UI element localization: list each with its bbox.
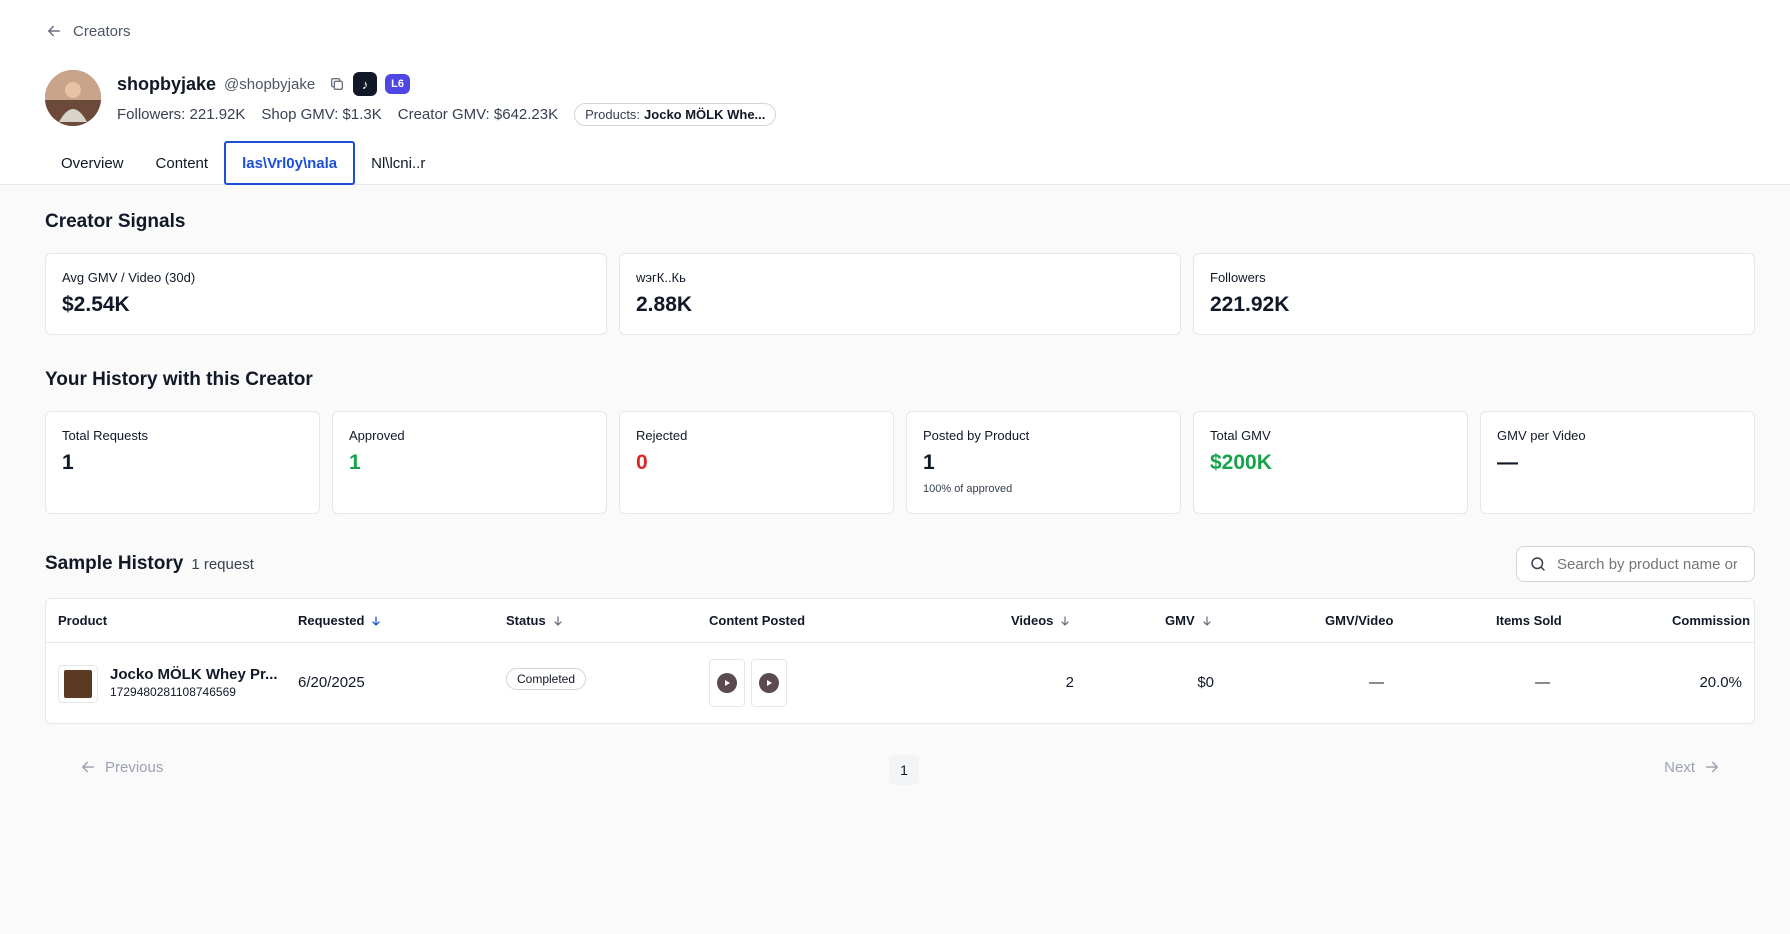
history-sub: 100% of approved bbox=[923, 483, 1013, 495]
tab-bar: Overview Content las\Vrl0y\nalа Nl\lcni.… bbox=[45, 141, 441, 185]
history-value: — bbox=[1497, 451, 1518, 474]
history-card-approved: Approved 1 bbox=[332, 411, 607, 514]
products-pill-value: Jocko MÖLK Whe... bbox=[644, 107, 766, 122]
history-label: GMV per Video bbox=[1497, 428, 1586, 443]
col-videos[interactable]: Videos bbox=[1011, 613, 1071, 628]
back-label: Creators bbox=[73, 22, 131, 40]
creator-handle: @shopbyjake bbox=[224, 75, 316, 93]
col-status[interactable]: Status bbox=[506, 613, 564, 628]
creator-signals-title: Creator Signals bbox=[45, 211, 186, 232]
history-label: Total GMV bbox=[1210, 428, 1271, 443]
signal-card-avg-gmv: Avg GMV / Video (30d) $2.54K bbox=[45, 253, 607, 335]
pagination: Previous 1 Next bbox=[45, 755, 1755, 785]
tab-fourth[interactable]: Nl\lcni..r bbox=[355, 141, 441, 185]
col-gmv-video: GMV/Video bbox=[1325, 613, 1394, 628]
play-icon bbox=[767, 680, 772, 686]
signal-label: wэгК..Кь bbox=[636, 270, 686, 285]
videos-count: 2 bbox=[1065, 674, 1074, 691]
history-title: Your History with this Creator bbox=[45, 369, 313, 390]
history-value: 0 bbox=[636, 451, 648, 474]
history-card-gmv-per-video: GMV per Video — bbox=[1480, 411, 1755, 514]
arrow-left-icon bbox=[82, 761, 94, 773]
creator-gmv-stat: Creator GMV: $642.23K bbox=[397, 106, 559, 123]
history-card-rejected: Rejected 0 bbox=[619, 411, 894, 514]
signal-value: 221.92K bbox=[1210, 293, 1290, 316]
sort-down-icon bbox=[1203, 615, 1211, 626]
signal-label: Followers bbox=[1210, 270, 1266, 285]
requested-date: 6/20/2025 bbox=[298, 674, 365, 691]
search-input[interactable] bbox=[1557, 555, 1737, 573]
arrow-right-icon bbox=[1706, 761, 1718, 773]
shop-gmv-stat: Shop GMV: $1.3K bbox=[261, 106, 382, 123]
table-row[interactable]: Jocko MÖLK Whey Pr... 172948028110874656… bbox=[46, 643, 1754, 723]
tab-content[interactable]: Content bbox=[140, 141, 225, 185]
products-pill-label: Products: bbox=[585, 107, 641, 122]
status-badge: Completed bbox=[506, 668, 587, 690]
gmv-value: $0 bbox=[1197, 674, 1214, 691]
previous-button[interactable]: Previous bbox=[79, 758, 163, 776]
signal-card-second: wэгК..Кь 2.88K bbox=[619, 253, 1181, 335]
col-commission: Commission bbox=[1672, 613, 1751, 628]
col-product: Product bbox=[58, 613, 108, 628]
product-id: 1729480281108746569 bbox=[110, 685, 236, 699]
col-content-posted: Content Posted bbox=[709, 613, 806, 628]
gmv-per-video-value: — bbox=[1369, 674, 1384, 691]
sample-history-title: Sample History 1 request bbox=[45, 553, 254, 575]
signal-value: 2.88K bbox=[636, 293, 693, 316]
table-header: Product Requested Status Content Posted … bbox=[46, 599, 1754, 643]
signal-card-followers: Followers 221.92K bbox=[1193, 253, 1755, 335]
col-requested[interactable]: Requested bbox=[298, 613, 382, 628]
sort-down-icon bbox=[372, 615, 381, 626]
search-icon bbox=[1531, 557, 1545, 571]
play-icon bbox=[725, 680, 730, 686]
history-value: 1 bbox=[62, 451, 74, 474]
followers-stat: Followers: 221.92K bbox=[117, 106, 246, 123]
page-number[interactable]: 1 bbox=[889, 755, 919, 785]
creator-name: shopbyjake bbox=[117, 73, 217, 94]
sample-search[interactable] bbox=[1516, 546, 1755, 582]
history-value: $200K bbox=[1210, 451, 1272, 474]
commission-value: 20.0% bbox=[1699, 674, 1742, 691]
level-badge: L6 bbox=[385, 74, 411, 94]
next-button[interactable]: Next bbox=[1664, 758, 1721, 776]
product-name: Jocko MÖLK Whey Pr... bbox=[110, 666, 278, 683]
history-card-total-gmv: Total GMV $200K bbox=[1193, 411, 1468, 514]
next-label: Next bbox=[1664, 758, 1695, 776]
product-thumbnail bbox=[58, 665, 98, 703]
history-card-posted-by-product: Posted by Product 1 100% of approved bbox=[906, 411, 1181, 514]
history-value: 1 bbox=[349, 451, 361, 474]
tiktok-icon: ♪ bbox=[353, 72, 378, 96]
tab-active[interactable]: las\Vrl0y\nalа bbox=[224, 141, 356, 185]
history-value: 1 bbox=[923, 451, 935, 474]
items-sold-value: — bbox=[1535, 674, 1550, 691]
back-to-creators-link[interactable]: Creators bbox=[45, 22, 131, 40]
copy-icon[interactable] bbox=[329, 76, 345, 92]
history-label: Approved bbox=[349, 428, 405, 443]
video-thumbnail[interactable] bbox=[751, 659, 787, 707]
arrow-left-icon bbox=[48, 25, 60, 37]
products-pill[interactable]: Products: Jocko MÖLK Whe... bbox=[574, 103, 777, 126]
sample-history-heading: Sample History bbox=[45, 553, 184, 574]
history-label: Rejected bbox=[636, 428, 688, 443]
creator-header: Creators shopbyjake @shopbyjake ♪ L6 Fol… bbox=[0, 0, 1790, 185]
previous-label: Previous bbox=[105, 758, 164, 776]
avatar bbox=[45, 70, 101, 126]
sort-down-icon bbox=[1061, 615, 1070, 626]
signal-value: $2.54K bbox=[62, 293, 130, 316]
col-gmv[interactable]: GMV bbox=[1165, 613, 1213, 628]
sort-down-icon bbox=[554, 615, 562, 626]
tab-overview[interactable]: Overview bbox=[45, 141, 140, 185]
col-items-sold: Items Sold bbox=[1496, 613, 1562, 628]
video-thumbnail[interactable] bbox=[709, 659, 745, 707]
sample-history-count: 1 request bbox=[191, 556, 254, 573]
history-label: Total Requests bbox=[62, 428, 148, 443]
history-card-total-requests: Total Requests 1 bbox=[45, 411, 320, 514]
sample-history-table: Product Requested Status Content Posted … bbox=[45, 598, 1755, 724]
history-label: Posted by Product bbox=[923, 428, 1030, 443]
signal-label: Avg GMV / Video (30d) bbox=[62, 270, 196, 285]
